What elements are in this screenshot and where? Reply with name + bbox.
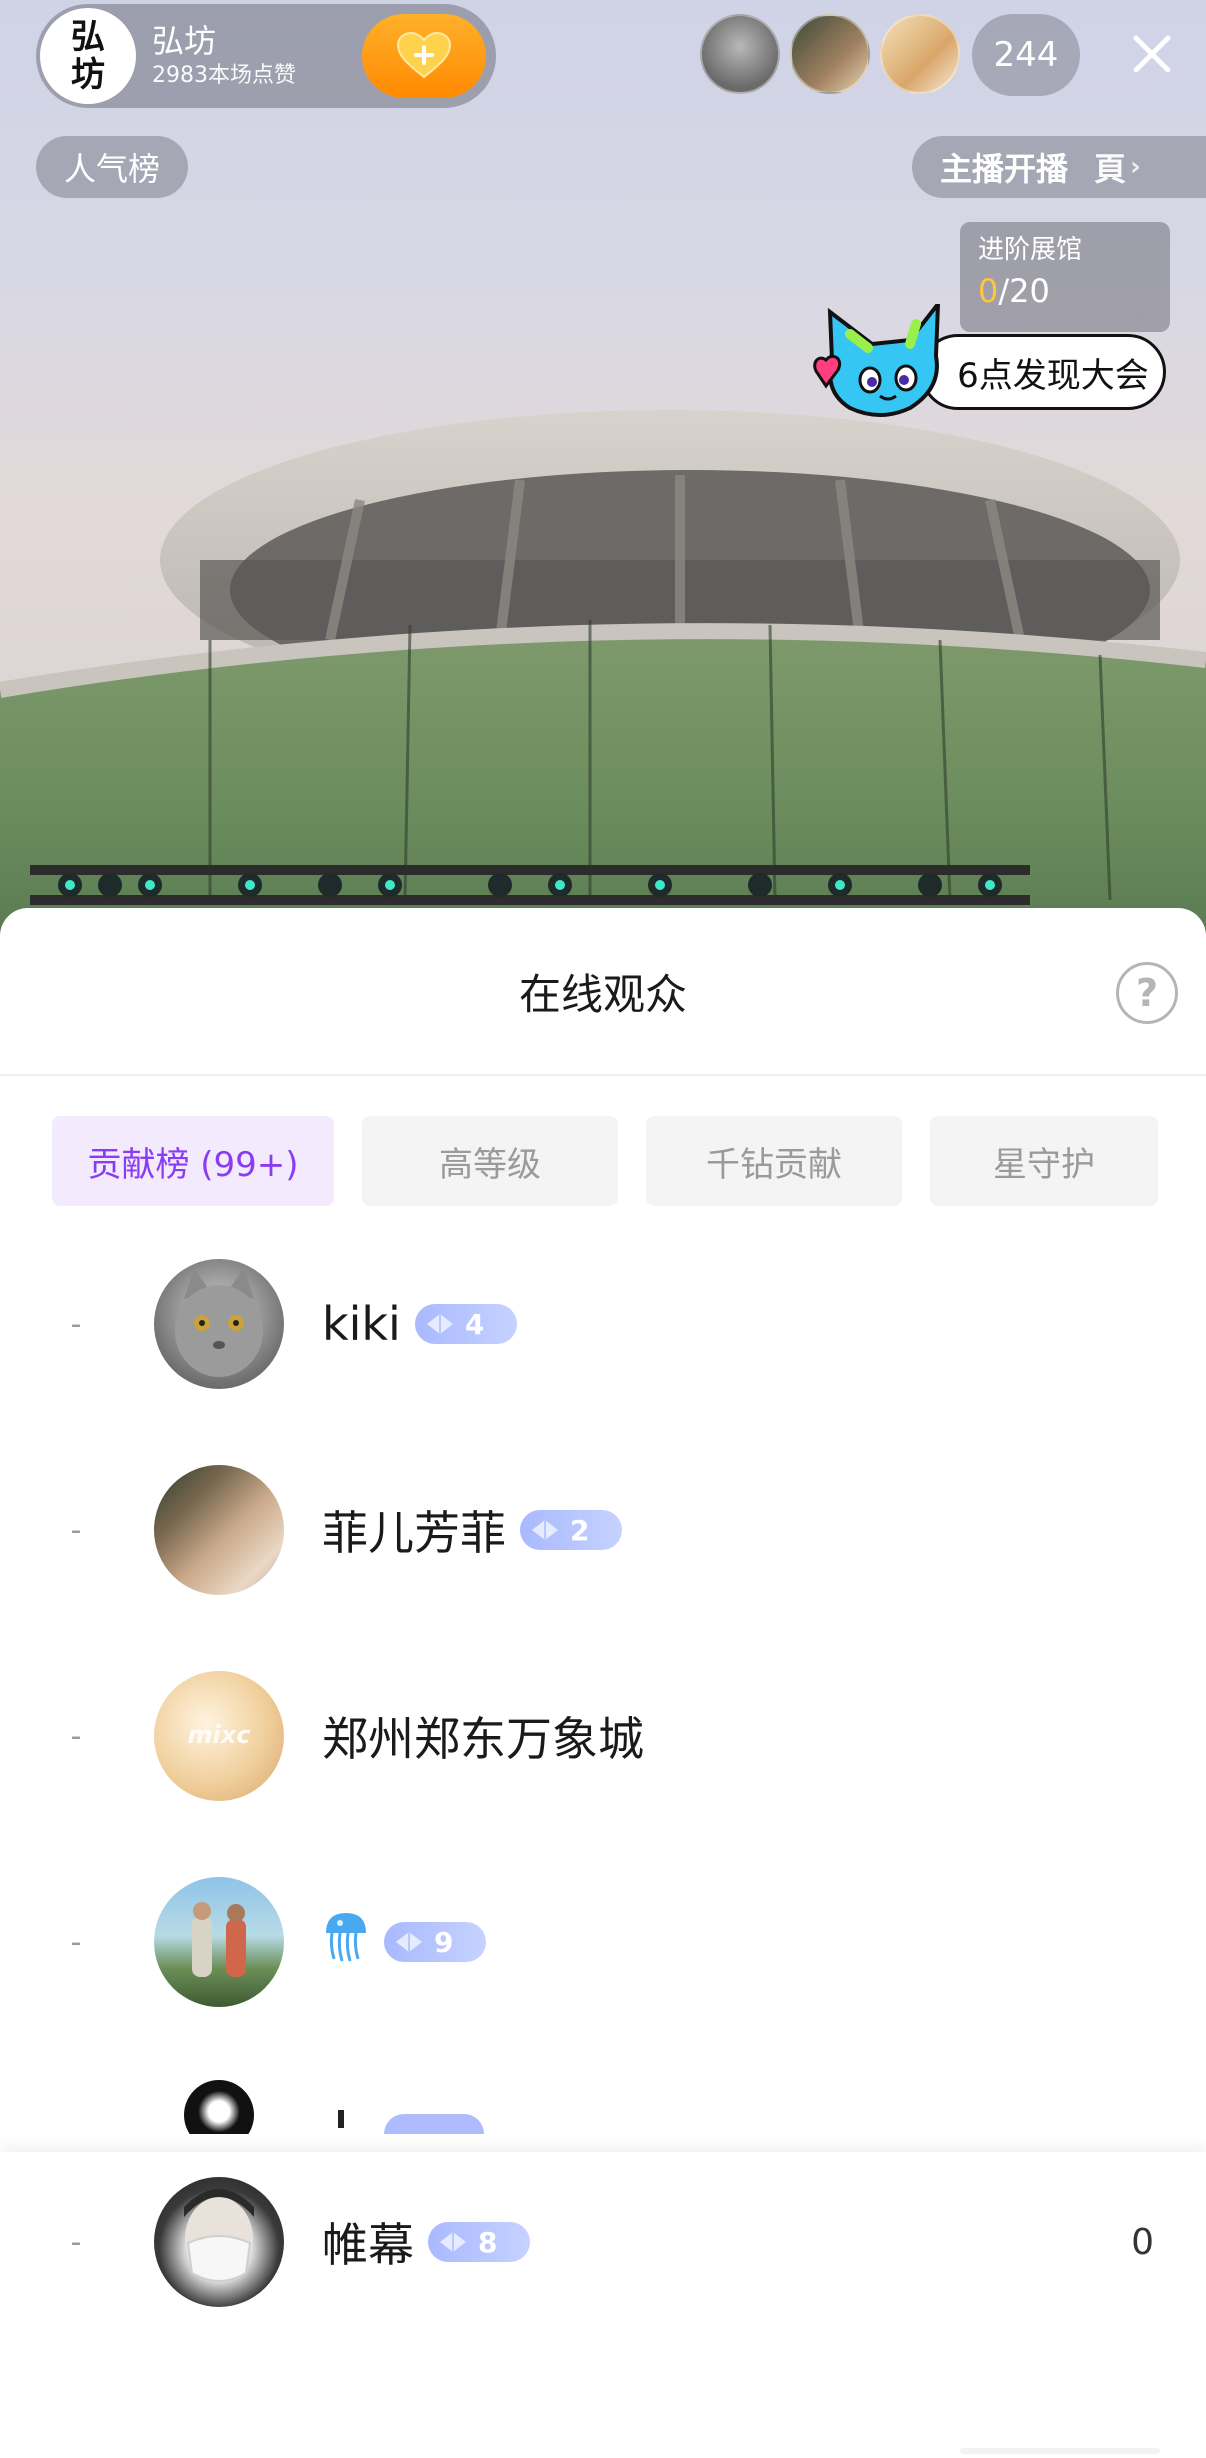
diamond-icon xyxy=(532,1520,558,1540)
diamond-icon xyxy=(440,2232,466,2252)
user-name: 郑州郑东万象城 xyxy=(322,1712,644,1766)
level-badge: 2 xyxy=(520,1510,622,1550)
tab-contribution[interactable]: 贡献榜 (99+) xyxy=(52,1116,334,1206)
rank-label: - xyxy=(70,1924,82,1960)
top-viewer-avatars xyxy=(700,14,960,94)
diamond-icon xyxy=(396,1932,422,1952)
level-badge xyxy=(384,2114,484,2134)
self-rank-row: - 帷幕 8 0 xyxy=(0,2152,1206,2458)
host-text: 弘坊 2983本场点赞 xyxy=(152,21,296,91)
user-info: kiki 4 xyxy=(322,1297,517,1351)
popularity-rank-button[interactable]: 人气榜 xyxy=(36,136,189,198)
contribution-score: 0 xyxy=(1131,2221,1154,2263)
avatar[interactable] xyxy=(154,1877,284,2007)
sheet-header: 在线观众 ? xyxy=(0,908,1206,1076)
help-icon[interactable]: ? xyxy=(1116,962,1178,1024)
level-badge: 8 xyxy=(428,2222,530,2262)
heart-plus-icon xyxy=(396,31,452,79)
user-name-jellyfish-icon xyxy=(322,1909,370,1976)
mascot-icon xyxy=(813,304,941,417)
list-item[interactable]: - 🪼 9 xyxy=(0,1872,1206,2012)
avatar[interactable] xyxy=(154,1465,284,1595)
avatar[interactable] xyxy=(154,1259,284,1389)
list-item[interactable]: - mixc 郑州郑东万象城 xyxy=(0,1666,1206,1806)
host-name: 弘坊 xyxy=(152,22,217,60)
level-value: 2 xyxy=(570,1513,590,1547)
level-value: 9 xyxy=(434,1925,454,1959)
anchor-start-label: 主播开播 xyxy=(940,150,1069,188)
live-stream-view: 弘 坊 弘坊 2983本场点赞 244 人气榜 主播开播 頁 › 进阶展馆 0/… xyxy=(0,0,1206,940)
host-avatar[interactable]: 弘 坊 xyxy=(40,8,136,104)
brand-logo: mixc xyxy=(187,1721,251,1749)
avatar[interactable] xyxy=(154,2177,284,2307)
masked-person-avatar-image xyxy=(184,2189,254,2282)
close-icon xyxy=(1133,35,1171,73)
user-info: 帷幕 8 xyxy=(322,2209,530,2275)
anchor-start-button[interactable]: 主播开播 頁 › xyxy=(912,136,1206,198)
rank-label: - xyxy=(70,1718,82,1754)
user-info: 菲儿芳菲 2 xyxy=(322,1497,622,1563)
level-badge: 4 xyxy=(414,1304,517,1344)
user-name-partial xyxy=(338,2110,344,2128)
avatar xyxy=(184,2080,254,2134)
couple-avatar-image xyxy=(192,1902,246,1977)
home-indicator xyxy=(960,2448,1160,2454)
sheet-title: 在线观众 xyxy=(518,969,687,1019)
user-name: 菲儿芳菲 xyxy=(322,1506,506,1560)
user-info: 🪼 9 xyxy=(322,1909,486,1976)
level-value: 4 xyxy=(464,1307,485,1341)
list-item[interactable]: - kiki 4 xyxy=(0,1254,1206,1394)
top-viewer-avatar[interactable] xyxy=(880,14,960,94)
rank-label: - xyxy=(70,1512,82,1548)
user-name: kiki xyxy=(322,1297,401,1351)
list-item[interactable]: - 菲儿芳菲 2 xyxy=(0,1460,1206,1600)
jellyfish-icon xyxy=(326,1912,366,1961)
discover-event-badge[interactable]: 6点发现大会 xyxy=(810,304,1170,430)
online-count-button[interactable]: 244 xyxy=(972,14,1080,96)
close-button[interactable] xyxy=(1120,22,1184,86)
level-value: 8 xyxy=(478,2225,498,2259)
anchor-start-cut-text: 頁 xyxy=(1094,150,1127,188)
diamond-icon xyxy=(426,1314,453,1334)
host-avatar-char-1: 弘 xyxy=(71,17,105,57)
level-badge: 9 xyxy=(384,1922,486,1962)
host-likes: 2983本场点赞 xyxy=(152,63,296,88)
host-info-pill[interactable]: 弘 坊 弘坊 2983本场点赞 xyxy=(36,4,496,108)
cat-avatar-image xyxy=(175,1269,263,1377)
list-item-partial xyxy=(0,2074,1206,2134)
chevron-right-icon: › xyxy=(1130,152,1141,182)
user-info: 郑州郑东万象城 xyxy=(322,1703,644,1769)
top-viewer-avatar[interactable] xyxy=(790,14,870,94)
list-item-self[interactable]: - 帷幕 8 0 xyxy=(0,2172,1206,2312)
online-audience-sheet: 在线观众 ? 贡献榜 (99+) 高等级 千钻贡献 星守护 - kiki 4 -… xyxy=(0,908,1206,2458)
top-viewer-avatar[interactable] xyxy=(700,14,780,94)
host-avatar-char-2: 坊 xyxy=(71,55,105,95)
tab-high-level[interactable]: 高等级 xyxy=(362,1116,618,1206)
rank-label: - xyxy=(70,2224,82,2260)
rank-label: - xyxy=(70,1306,82,1342)
tab-thousand-diamond[interactable]: 千钻贡献 xyxy=(646,1116,902,1206)
tab-star-guard[interactable]: 星守护 xyxy=(930,1116,1158,1206)
user-name: 帷幕 xyxy=(322,2218,414,2272)
audience-tabs: 贡献榜 (99+) 高等级 千钻贡献 星守护 xyxy=(52,1116,1158,1206)
follow-button[interactable] xyxy=(362,14,486,98)
avatar[interactable]: mixc xyxy=(154,1671,284,1801)
gallery-title: 进阶展馆 xyxy=(978,235,1083,265)
